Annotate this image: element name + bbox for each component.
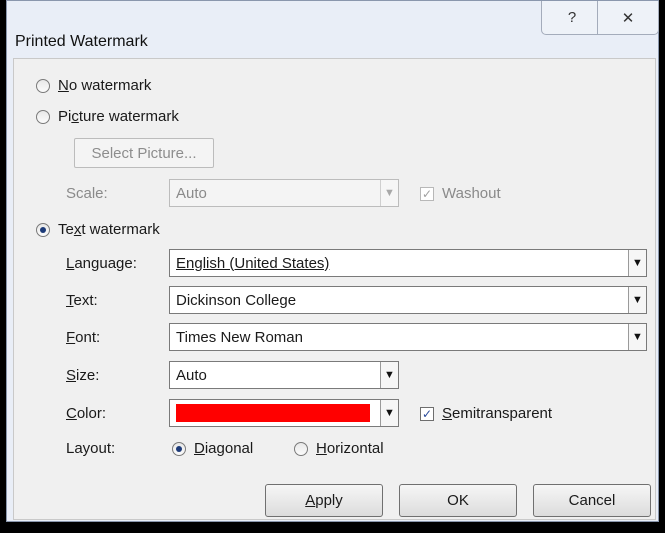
horizontal-label: Horizontal [316, 440, 384, 457]
diagonal-radio[interactable] [172, 441, 186, 456]
text-dropdown[interactable]: Dickinson College ▼ [169, 286, 647, 314]
text-watermark-radio[interactable] [36, 222, 50, 237]
layout-label: Layout: [66, 440, 116, 457]
font-label: Font: [66, 329, 101, 346]
title-bar: Printed Watermark ? ✕ [7, 1, 659, 61]
text-watermark-option[interactable]: Text watermark [36, 221, 160, 238]
no-watermark-label: No watermark [58, 77, 152, 94]
printed-watermark-dialog: Printed Watermark ? ✕ No watermark Pictu… [6, 0, 659, 522]
washout-checkbox[interactable]: ✓ [420, 186, 434, 201]
chevron-down-icon: ▼ [628, 287, 646, 313]
picture-watermark-label: Picture watermark [58, 108, 179, 125]
size-label: Size: [66, 367, 100, 384]
chevron-down-icon: ▼ [380, 362, 398, 388]
semitransparent-label: Semitransparent [442, 405, 553, 422]
ok-button[interactable]: OK [399, 484, 517, 517]
picture-watermark-radio[interactable] [36, 109, 50, 124]
color-swatch [176, 404, 370, 422]
washout-option[interactable]: ✓ Washout [420, 185, 501, 202]
apply-button[interactable]: Apply [265, 484, 383, 517]
select-picture-button[interactable]: Select Picture... [74, 138, 214, 168]
semitransparent-option[interactable]: ✓ Semitransparent [420, 405, 552, 422]
close-icon: ✕ [621, 9, 635, 27]
color-dropdown[interactable]: ▼ [169, 399, 399, 427]
chevron-down-icon: ▼ [380, 400, 398, 426]
language-label: Language: [66, 255, 137, 272]
close-button[interactable]: ✕ [597, 1, 659, 35]
help-icon: ? [567, 9, 577, 26]
size-value: Auto [176, 366, 207, 384]
text-label: Text: [66, 292, 98, 309]
scale-value: Auto [176, 184, 207, 202]
chevron-down-icon: ▼ [628, 324, 646, 350]
picture-watermark-option[interactable]: Picture watermark [36, 108, 179, 125]
no-watermark-radio[interactable] [36, 78, 50, 93]
size-dropdown[interactable]: Auto ▼ [169, 361, 399, 389]
dialog-body: No watermark Picture watermark Select Pi… [13, 58, 656, 520]
cancel-button[interactable]: Cancel [533, 484, 651, 517]
semitransparent-checkbox[interactable]: ✓ [420, 406, 434, 421]
text-watermark-label: Text watermark [58, 221, 160, 238]
language-dropdown[interactable]: English (United States) ▼ [169, 249, 647, 277]
font-value: Times New Roman [176, 328, 303, 346]
dialog-title: Printed Watermark [15, 33, 148, 50]
scale-dropdown[interactable]: Auto ▼ [169, 179, 399, 207]
no-watermark-option[interactable]: No watermark [36, 77, 151, 94]
language-value: English (United States) [176, 254, 330, 272]
font-dropdown[interactable]: Times New Roman ▼ [169, 323, 647, 351]
color-label: Color: [66, 405, 107, 422]
text-value: Dickinson College [176, 291, 297, 309]
diagonal-option[interactable]: Diagonal [172, 440, 253, 457]
chevron-down-icon: ▼ [628, 250, 646, 276]
washout-label: Washout [442, 185, 501, 202]
help-button[interactable]: ? [541, 1, 603, 35]
horizontal-radio[interactable] [294, 441, 308, 456]
chevron-down-icon: ▼ [380, 180, 398, 206]
scale-label: Scale: [66, 185, 108, 202]
horizontal-option[interactable]: Horizontal [294, 440, 384, 457]
diagonal-label: Diagonal [194, 440, 254, 457]
